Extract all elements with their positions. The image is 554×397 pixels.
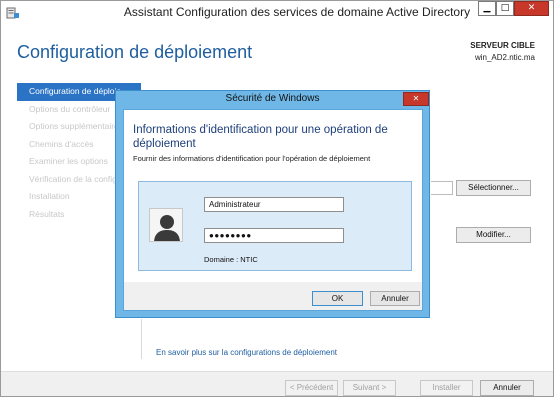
windows-security-dialog: Sécurité de Windows ✕ Informations d'ide…: [115, 90, 430, 318]
modify-button[interactable]: Modifier...: [456, 227, 531, 243]
target-server-name: win_AD2.ntic.ma: [474, 53, 535, 62]
select-button[interactable]: Sélectionner...: [456, 180, 531, 196]
dialog-subtitle: Fournir des informations d'identificatio…: [133, 154, 371, 163]
minimize-button[interactable]: ▁: [478, 1, 496, 16]
user-avatar-icon: [149, 208, 183, 242]
cancel-button[interactable]: Annuler: [480, 380, 534, 396]
previous-button[interactable]: < Précédent: [285, 380, 338, 396]
dialog-close-button[interactable]: ✕: [403, 92, 429, 106]
dialog-cancel-button[interactable]: Annuler: [370, 291, 420, 306]
target-server-label: SERVEUR CIBLE: [470, 41, 535, 50]
next-button[interactable]: Suivant >: [343, 380, 396, 396]
maximize-button[interactable]: □: [496, 1, 514, 16]
dialog-content: Informations d'identification pour une o…: [124, 110, 422, 282]
domain-field-edge[interactable]: [431, 181, 453, 195]
password-input[interactable]: ●●●●●●●●: [204, 228, 344, 243]
wizard-window: Assistant Configuration des services de …: [0, 0, 554, 397]
dialog-heading: Informations d'identification pour une o…: [133, 124, 388, 150]
install-button[interactable]: Installer: [420, 380, 473, 396]
content-divider: [141, 319, 142, 359]
credential-tile[interactable]: Administrateur ●●●●●●●● Domaine : NTIC: [138, 181, 412, 271]
close-button[interactable]: ✕: [514, 1, 549, 16]
ok-button[interactable]: OK: [312, 291, 363, 306]
dialog-body: Informations d'identification pour une o…: [123, 109, 423, 311]
title-bar: Assistant Configuration des services de …: [1, 1, 553, 25]
dialog-title: Sécurité de Windows: [225, 93, 320, 104]
domain-label: Domaine : NTIC: [204, 255, 258, 264]
page-title: Configuration de déploiement: [17, 42, 253, 62]
window-title: Assistant Configuration des services de …: [123, 5, 471, 19]
username-input[interactable]: Administrateur: [204, 197, 344, 212]
learn-more-link[interactable]: En savoir plus sur la configurations de …: [156, 348, 337, 357]
